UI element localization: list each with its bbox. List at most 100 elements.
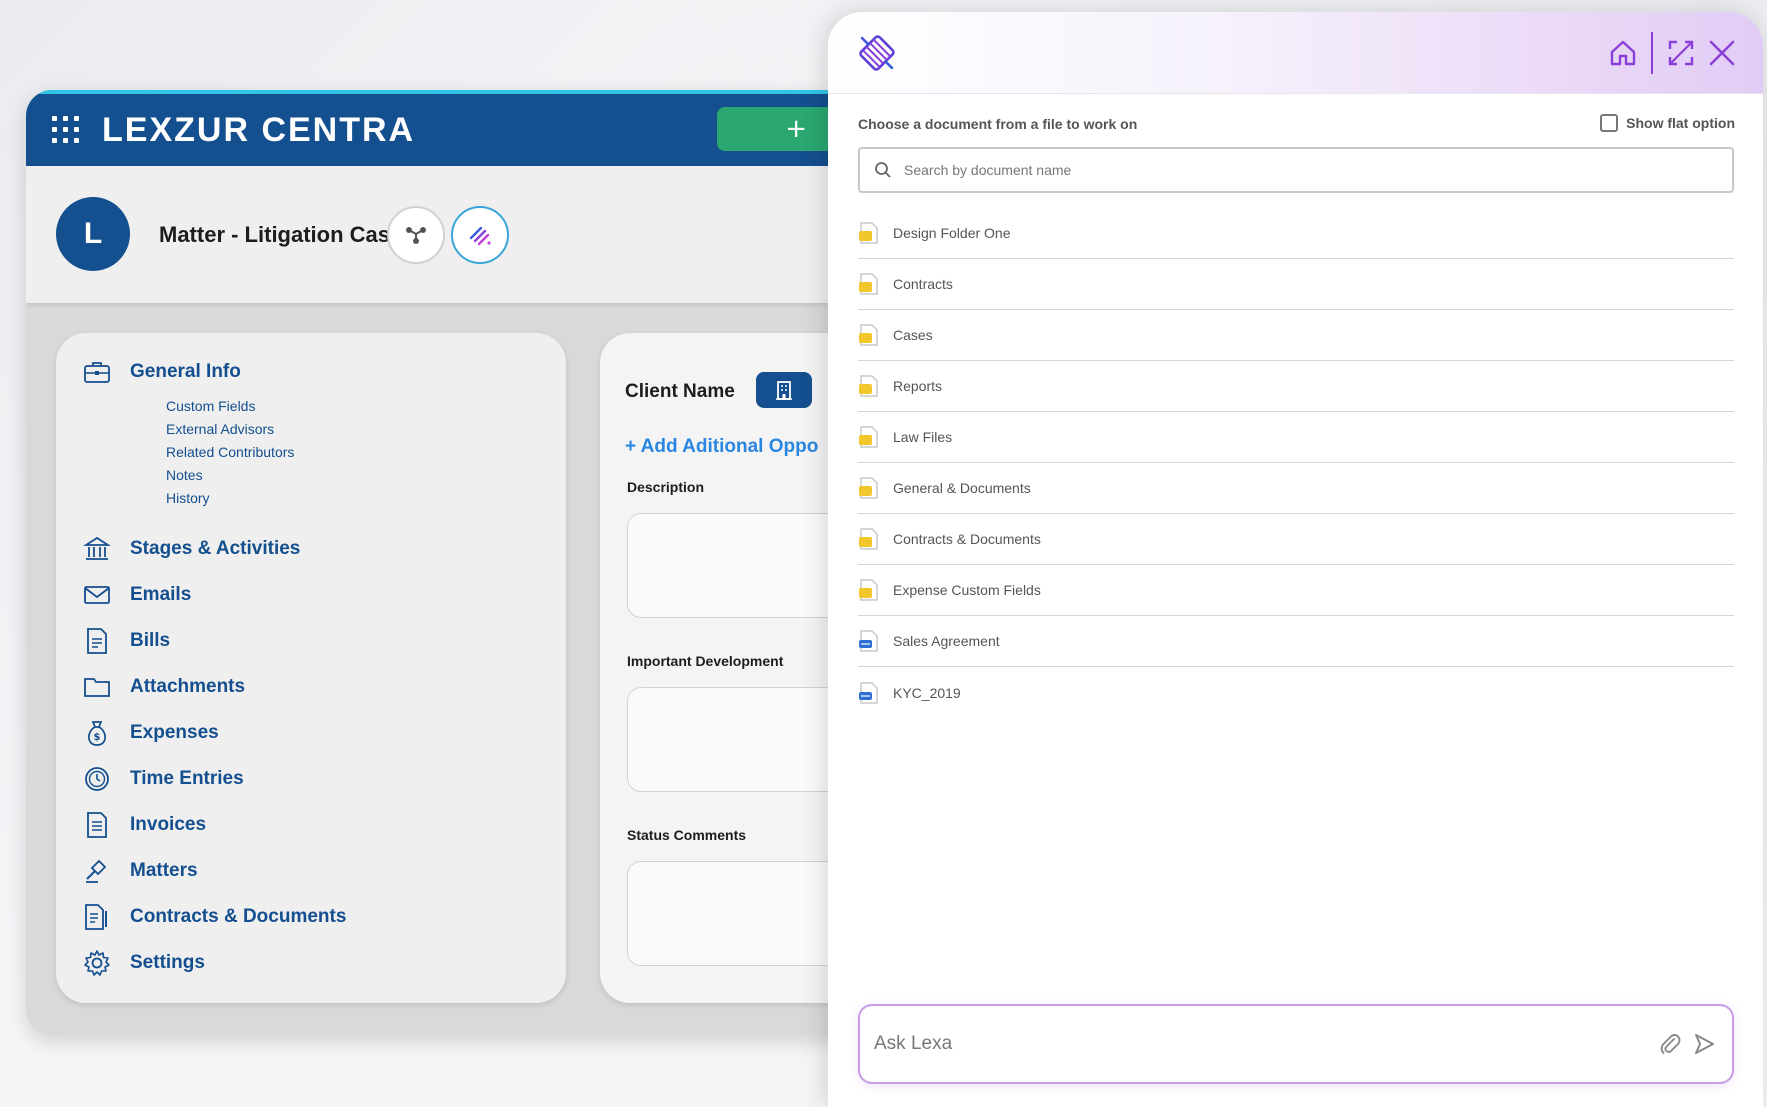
document-name: Contracts & Documents bbox=[893, 531, 1041, 547]
sidebar-item-label: Matters bbox=[130, 860, 198, 881]
choose-document-label: Choose a document from a file to work on bbox=[858, 116, 1138, 132]
status-comments-label: Status Comments bbox=[627, 827, 747, 843]
folder-doc-icon bbox=[859, 324, 878, 346]
sidebar-item-label: Settings bbox=[130, 952, 205, 973]
search-icon bbox=[875, 162, 891, 178]
add-additional-opportunity-link[interactable]: + Add Aditional Oppo bbox=[625, 436, 818, 458]
sub-item-history[interactable]: History bbox=[166, 490, 210, 506]
gavel-icon bbox=[82, 856, 112, 886]
ask-lexa-input[interactable] bbox=[874, 1033, 1656, 1055]
list-item[interactable]: General & Documents bbox=[858, 463, 1734, 514]
list-item[interactable]: Sales Agreement bbox=[858, 616, 1734, 667]
sidebar-item-label: Attachments bbox=[130, 676, 246, 697]
client-name-label: Client Name bbox=[625, 381, 735, 402]
list-item[interactable]: Design Folder One bbox=[858, 208, 1734, 259]
sub-item-custom-fields[interactable]: Custom Fields bbox=[166, 398, 255, 414]
list-item[interactable]: Law Files bbox=[858, 412, 1734, 463]
sidebar-item-label: General Info bbox=[130, 361, 241, 382]
home-icon bbox=[1610, 40, 1636, 66]
money-bag-icon: $ bbox=[82, 718, 112, 748]
gear-icon bbox=[82, 948, 112, 978]
sidebar-item-matters[interactable]: Matters bbox=[82, 856, 198, 886]
list-item[interactable]: Cases bbox=[858, 310, 1734, 361]
list-item[interactable]: Contracts & Documents bbox=[858, 514, 1734, 565]
folder-doc-icon bbox=[859, 273, 878, 295]
sidebar-item-invoices[interactable]: Invoices bbox=[82, 810, 206, 840]
sub-item-external-advisors[interactable]: External Advisors bbox=[166, 421, 274, 437]
close-button[interactable] bbox=[1705, 36, 1739, 70]
document-name: Design Folder One bbox=[893, 225, 1011, 241]
document-name: Law Files bbox=[893, 429, 953, 445]
briefcase-icon bbox=[82, 357, 112, 387]
document-search bbox=[858, 147, 1734, 193]
ask-lexa-input-box bbox=[858, 1004, 1734, 1084]
document-name: Cases bbox=[893, 327, 933, 343]
sidebar-item-general-info[interactable]: General Info bbox=[82, 357, 241, 387]
document-name: Reports bbox=[893, 378, 943, 394]
sidebar-item-time-entries[interactable]: Time Entries bbox=[82, 764, 244, 794]
home-button[interactable] bbox=[1606, 36, 1640, 70]
folder-doc-icon bbox=[859, 375, 878, 397]
sidebar-item-label: Expenses bbox=[130, 722, 219, 743]
ai-assistant-button[interactable] bbox=[451, 206, 509, 264]
svg-text:$: $ bbox=[94, 732, 101, 743]
sidebar-item-stages-activities[interactable]: Stages & Activities bbox=[82, 534, 300, 564]
sidebar-item-label: Time Entries bbox=[130, 768, 244, 789]
sidebar-item-settings[interactable]: Settings bbox=[82, 948, 205, 978]
list-item[interactable]: Expense Custom Fields bbox=[858, 565, 1734, 616]
sidebar-item-label: Stages & Activities bbox=[130, 538, 301, 559]
folder-doc-icon bbox=[859, 528, 878, 550]
panel-header bbox=[828, 12, 1763, 94]
list-item[interactable]: KYC_2019 bbox=[858, 667, 1734, 718]
important-development-label: Important Development bbox=[627, 653, 784, 669]
word-doc-icon bbox=[859, 630, 878, 652]
avatar: L bbox=[56, 197, 130, 271]
document-name: Contracts bbox=[893, 276, 953, 292]
search-input[interactable] bbox=[904, 162, 1704, 178]
mail-icon bbox=[82, 580, 112, 610]
sub-item-related-contributors[interactable]: Related Contributors bbox=[166, 444, 294, 460]
folder-doc-icon bbox=[859, 426, 878, 448]
lexa-logo-icon bbox=[852, 28, 902, 78]
folder-icon bbox=[82, 672, 112, 702]
flat-option-checkbox[interactable] bbox=[1600, 114, 1619, 132]
document-name: Expense Custom Fields bbox=[893, 582, 1041, 598]
sidebar-item-label: Emails bbox=[130, 584, 192, 605]
folder-doc-icon bbox=[859, 579, 878, 601]
workflow-button[interactable] bbox=[387, 206, 445, 264]
sidebar-item-contracts-documents[interactable]: Contracts & Documents bbox=[82, 902, 346, 932]
send-icon[interactable] bbox=[1690, 1030, 1718, 1058]
list-item[interactable]: Contracts bbox=[858, 259, 1734, 310]
sidebar-item-label: Bills bbox=[130, 630, 171, 651]
app-logo[interactable]: LEXZUR CENTRA bbox=[102, 111, 415, 150]
sidebar-item-emails[interactable]: Emails bbox=[82, 580, 191, 610]
client-company-button[interactable] bbox=[756, 372, 812, 408]
close-icon bbox=[1709, 40, 1735, 66]
sub-item-notes[interactable]: Notes bbox=[166, 467, 203, 483]
document-list: Design Folder One Contracts Cases Report… bbox=[858, 208, 1734, 718]
description-label: Description bbox=[627, 479, 705, 495]
folder-doc-icon bbox=[859, 477, 878, 499]
document-name: Sales Agreement bbox=[893, 633, 1000, 649]
show-flat-option-toggle[interactable]: Show flat option bbox=[1600, 114, 1735, 132]
invoice-icon bbox=[82, 810, 112, 840]
sidebar-item-attachments[interactable]: Attachments bbox=[82, 672, 245, 702]
page-title: Matter - Litigation Case bbox=[159, 222, 403, 247]
clock-icon bbox=[82, 764, 112, 794]
word-doc-icon bbox=[859, 681, 878, 704]
expand-button[interactable] bbox=[1664, 36, 1698, 70]
sidebar-item-expenses[interactable]: $ Expenses bbox=[82, 718, 219, 748]
app-grid-icon[interactable] bbox=[52, 116, 80, 144]
flat-option-label: Show flat option bbox=[1626, 115, 1735, 131]
folder-doc-icon bbox=[859, 222, 878, 244]
ai-stripes-icon bbox=[469, 226, 491, 246]
matter-sidebar: General Info Custom Fields External Advi… bbox=[56, 333, 566, 1003]
document-name: General & Documents bbox=[893, 480, 1031, 496]
sidebar-item-label: Contracts & Documents bbox=[130, 906, 347, 927]
building-icon bbox=[776, 381, 792, 400]
paperclip-icon[interactable] bbox=[1656, 1030, 1684, 1058]
sidebar-item-bills[interactable]: Bills bbox=[82, 626, 170, 656]
expand-icon bbox=[1668, 40, 1694, 66]
contract-icon bbox=[82, 902, 112, 932]
list-item[interactable]: Reports bbox=[858, 361, 1734, 412]
